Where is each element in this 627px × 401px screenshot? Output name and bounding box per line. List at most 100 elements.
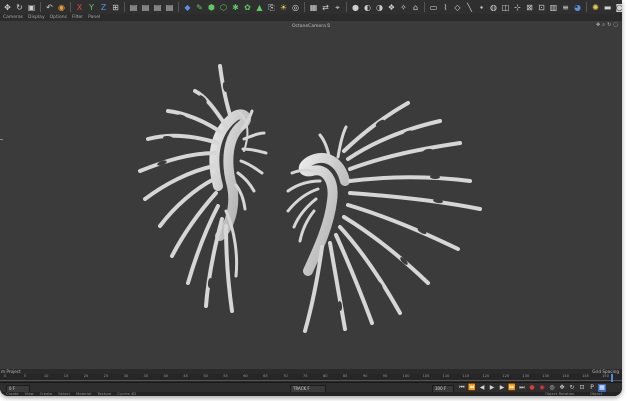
menu-view[interactable]: View (25, 392, 34, 396)
ruler-tick-label: 130 (522, 374, 530, 378)
frame-icon[interactable]: ⊡ (536, 2, 547, 13)
scene-icon[interactable]: ✿ (242, 2, 253, 13)
ruler-tick-label: 125 (502, 374, 510, 378)
subdivision-icon[interactable]: ⬢ (206, 2, 217, 13)
paint-icon[interactable]: ❖ (386, 2, 397, 13)
polygon-icon[interactable]: ◇ (452, 2, 463, 13)
layers-icon[interactable]: ≡ (560, 2, 571, 13)
toolbar-divider (346, 2, 347, 12)
ruler-tick-label: 25 (103, 374, 109, 378)
menu-create[interactable]: Create (6, 392, 19, 396)
timeline-playhead[interactable] (611, 374, 613, 382)
toolbar-divider (70, 2, 71, 12)
viewport-3d[interactable]: OctaneCamera ⍉ ✥ ⌕ ↻ ▢ (0, 21, 622, 369)
ruler-tick-label: 90 (362, 374, 368, 378)
animation-bar: 0 F TRACK F 300 F ⏮ ⏪ ◀ ▶ ▶ ⏩ ⏭ ● ◉ ◎ ✥ … (0, 382, 622, 393)
tentacle-sculpture-model[interactable] (0, 21, 622, 369)
point-icon[interactable]: ∙ (476, 2, 487, 13)
z-axis-button[interactable]: Z (98, 2, 109, 13)
y-axis-button[interactable]: Y (86, 2, 97, 13)
toggle-icon[interactable]: ▬ (602, 2, 613, 13)
previous-key-icon[interactable]: ⏪ (468, 384, 476, 392)
pen-icon[interactable]: ✎ (194, 2, 205, 13)
ruler-tick-label: 80 (322, 374, 328, 378)
snap-icon[interactable]: ⇄ (320, 2, 331, 13)
light-icon[interactable]: ☀ (278, 2, 289, 13)
sphere-icon[interactable]: ● (350, 2, 361, 13)
octane-icon[interactable]: ◕ (572, 2, 583, 13)
record-icon[interactable]: ● (528, 384, 536, 392)
chip-icon[interactable]: ◙ (614, 2, 622, 13)
toolbar-divider (40, 2, 41, 12)
camera-icon[interactable]: ⎘ (266, 2, 277, 13)
ruler-tick-label: 95 (382, 374, 388, 378)
ruler-tick-label: 140 (562, 374, 569, 378)
deformer-icon[interactable]: ✱ (230, 2, 241, 13)
layout-icon[interactable]: ▭ (428, 2, 439, 13)
cube-icon[interactable]: ◆ (182, 2, 193, 13)
ruler-tick-label: 110 (442, 374, 450, 378)
clapper-icon[interactable]: ▤ (164, 2, 175, 13)
select-icon[interactable]: ⌂ (410, 2, 421, 13)
menu-filter[interactable]: Filter (72, 14, 83, 21)
menu-material[interactable]: Material (76, 392, 91, 396)
rotate-icon[interactable]: ↻ (14, 2, 25, 13)
menu-texture[interactable]: Texture (97, 392, 111, 396)
ruler-tick-label: 15 (63, 374, 69, 378)
clapper-icon[interactable]: ▤ (140, 2, 151, 13)
panel-icon[interactable]: ▥ (548, 2, 559, 13)
toolbar-divider (304, 2, 305, 12)
viewport-icon[interactable]: ⊠ (524, 2, 535, 13)
undo-icon[interactable]: ↶ (44, 2, 55, 13)
ruler-tick-label: 20 (83, 374, 89, 378)
menu-create-2[interactable]: Create (40, 392, 53, 396)
play-icon[interactable]: ▶ (488, 384, 496, 392)
ruler-tick-label: 30 (123, 374, 129, 378)
grid-icon[interactable]: ▦ (308, 2, 319, 13)
clapper-icon[interactable]: ▤ (128, 2, 139, 13)
ruler-tick-label: 45 (183, 374, 188, 378)
lasso-icon[interactable]: ⌇ (440, 2, 451, 13)
material-icon[interactable]: ◐ (362, 2, 373, 13)
render-icon[interactable]: ◉ (56, 2, 67, 13)
go-to-end-icon[interactable]: ⏭ (518, 384, 526, 392)
bottom-menubar: Create View Create Select Material Textu… (0, 392, 622, 396)
go-to-start-icon[interactable]: ⏮ (458, 384, 466, 392)
scale-key-icon[interactable]: ⊡ (578, 384, 586, 392)
ruler-tick-label: 115 (462, 374, 470, 378)
ruler-tick-label: 55 (223, 374, 228, 378)
cloner-icon[interactable]: ⬡ (218, 2, 229, 13)
texture-icon[interactable]: ◫ (500, 2, 511, 13)
next-frame-icon[interactable]: ▶ (498, 384, 506, 392)
timeline-ruler[interactable]: 0 5 10 15 20 25 30 35 40 45 50 55 60 65 70 75 80 85 90 95 10… (0, 374, 622, 382)
edge-icon[interactable]: ╲ (464, 2, 475, 13)
ruler-tick-label: 65 (263, 374, 268, 378)
ruler-baseline (0, 380, 622, 381)
toolbar-divider (178, 2, 179, 12)
menu-options[interactable]: Options (50, 14, 67, 21)
clapper-icon[interactable]: ▤ (152, 2, 163, 13)
tag-icon[interactable]: ◎ (290, 2, 301, 13)
coordinate-icon[interactable]: ⊞ (110, 2, 121, 13)
light-bulb-icon[interactable]: ✺ (590, 2, 601, 13)
mograph-icon[interactable]: ▲ (254, 2, 265, 13)
x-axis-button[interactable]: X (74, 2, 85, 13)
menu-display[interactable]: Display (28, 14, 45, 21)
scale-icon[interactable]: ▣ (26, 2, 37, 13)
ruler-tick-label: 105 (422, 374, 430, 378)
menu-panel[interactable]: Panel (88, 14, 100, 21)
previous-frame-icon[interactable]: ◀ (478, 384, 486, 392)
menu-cycles4d[interactable]: Cycles 4D (117, 392, 136, 396)
model-icon[interactable]: ◍ (488, 2, 499, 13)
move-icon[interactable]: ✥ (2, 2, 13, 13)
workplane-icon[interactable]: ⌖ (332, 2, 343, 13)
axis-icon[interactable]: ⊹ (512, 2, 523, 13)
ruler-tick-label: 150 (602, 374, 609, 378)
menu-cameras[interactable]: Cameras (3, 14, 23, 21)
spline-icon[interactable]: ✧ (398, 2, 409, 13)
object-icon[interactable]: ◑ (374, 2, 385, 13)
next-key-icon[interactable]: ⏩ (508, 384, 516, 392)
toolbar-divider (124, 2, 125, 12)
menu-select[interactable]: Select (58, 392, 70, 396)
transport-controls: ⏮ ⏪ ◀ ▶ ▶ ⏩ ⏭ ● ◉ ◎ ✥ ↻ ⊡ P ▦ (458, 384, 606, 392)
